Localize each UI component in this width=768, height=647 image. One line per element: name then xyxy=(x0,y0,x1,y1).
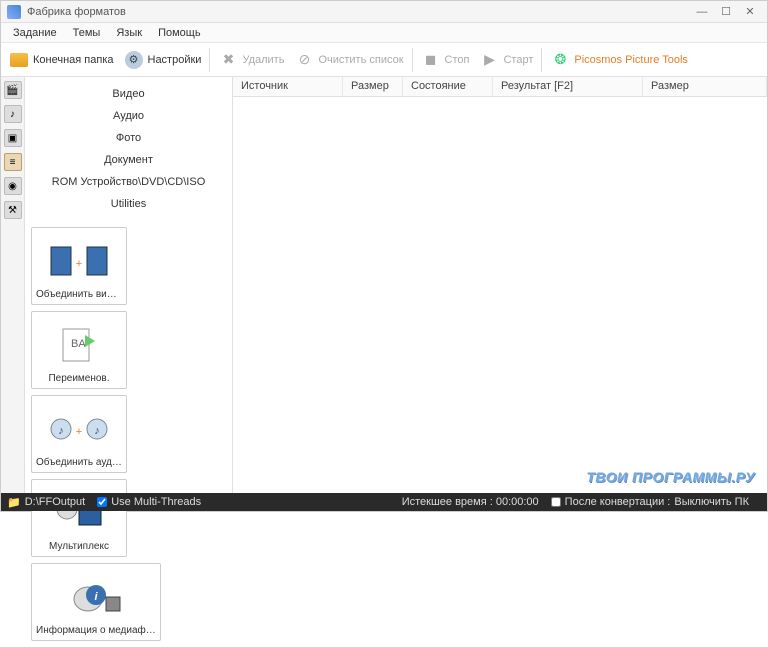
clear-list-label: Очистить список xyxy=(318,54,403,66)
watermark: ТВОИ ПРОГРАММЫ.РУ xyxy=(586,469,755,485)
delete-label: Удалить xyxy=(242,54,284,66)
menu-themes[interactable]: Темы xyxy=(65,25,109,41)
table-body[interactable] xyxy=(233,97,767,493)
window-title: Фабрика форматов xyxy=(27,6,689,18)
utility-join-video[interactable]: + Объединить видео xyxy=(31,227,127,305)
after-convert-action[interactable]: Выключить ПК xyxy=(674,496,749,508)
picosmos-button[interactable]: ❂ Picosmos Picture Tools xyxy=(546,48,692,72)
table-header: Источник Размер Состояние Результат [F2]… xyxy=(233,77,767,97)
side-icon-video[interactable]: 🎬 xyxy=(4,81,22,99)
status-after-convert[interactable]: После конвертации : Выключить ПК xyxy=(551,496,749,508)
rename-icon: BA xyxy=(36,316,122,373)
menu-language[interactable]: Язык xyxy=(108,25,150,41)
picosmos-icon: ❂ xyxy=(550,50,570,70)
settings-label: Настройки xyxy=(148,54,202,66)
col-status[interactable]: Состояние xyxy=(403,77,493,96)
col-size[interactable]: Размер xyxy=(343,77,403,96)
right-panel: Источник Размер Состояние Результат [F2]… xyxy=(233,77,767,493)
separator xyxy=(412,48,413,72)
svg-text:+: + xyxy=(76,258,82,270)
col-source[interactable]: Источник xyxy=(233,77,343,96)
separator xyxy=(209,48,210,72)
category-document[interactable]: Документ xyxy=(25,149,232,171)
titlebar: Фабрика форматов — ☐ ✕ xyxy=(1,1,767,23)
utilities-grid: + Объединить видео BA Переименов. ♪ ♪ + Об… xyxy=(25,221,232,647)
category-video[interactable]: Видео xyxy=(25,83,232,105)
side-icon-photo[interactable]: ▣ xyxy=(4,129,22,147)
side-icon-document[interactable]: ≡ xyxy=(4,153,22,171)
stop-button[interactable]: ◼ Стоп xyxy=(417,48,474,72)
utility-mux[interactable]: Мультиплекс xyxy=(31,479,127,557)
close-button[interactable]: ✕ xyxy=(739,4,761,20)
svg-text:♪: ♪ xyxy=(94,425,100,437)
start-button[interactable]: ▶ Старт xyxy=(475,48,537,72)
join-video-icon: + xyxy=(36,232,122,289)
toolbar: Конечная папка ⚙ Настройки ✖ Удалить ⊘ О… xyxy=(1,43,767,77)
elapsed-label: Истекшее время : 00:00:00 xyxy=(402,496,539,508)
side-icon-utilities[interactable]: ⚒ xyxy=(4,201,22,219)
side-icon-rom[interactable]: ◉ xyxy=(4,177,22,195)
join-audio-icon: ♪ ♪ + xyxy=(36,400,122,457)
clear-list-button[interactable]: ⊘ Очистить список xyxy=(290,48,407,72)
output-path-label: D:\FFOutput xyxy=(25,496,86,508)
col-result[interactable]: Результат [F2] xyxy=(493,77,643,96)
svg-text:♪: ♪ xyxy=(58,425,64,437)
menu-task[interactable]: Задание xyxy=(5,25,65,41)
utility-media-info[interactable]: i Информация о медиафайле xyxy=(31,563,161,641)
separator xyxy=(541,48,542,72)
category-list: Видео Аудио Фото Документ ROM Устройство… xyxy=(25,77,232,221)
utility-label: Мультиплекс xyxy=(36,541,122,552)
play-icon: ▶ xyxy=(479,50,499,70)
side-icon-audio[interactable]: ♪ xyxy=(4,105,22,123)
app-icon xyxy=(7,5,21,19)
status-multithread[interactable]: Use Multi-Threads xyxy=(97,496,201,508)
delete-button[interactable]: ✖ Удалить xyxy=(214,48,288,72)
clear-icon: ⊘ xyxy=(294,50,314,70)
output-folder-label: Конечная папка xyxy=(33,54,114,66)
stop-icon: ◼ xyxy=(421,50,441,70)
status-output-path[interactable]: 📁 D:\FFOutput xyxy=(7,496,85,509)
category-rom[interactable]: ROM Устройство\DVD\CD\ISO xyxy=(25,171,232,193)
utility-label: Объединить видео xyxy=(36,289,122,300)
statusbar: 📁 D:\FFOutput Use Multi-Threads Истекшее… xyxy=(1,493,767,511)
settings-button[interactable]: ⚙ Настройки xyxy=(120,48,206,72)
utility-label: Объединить аудио xyxy=(36,457,122,468)
status-elapsed: Истекшее время : 00:00:00 xyxy=(402,496,539,508)
picosmos-label: Picosmos Picture Tools xyxy=(574,54,688,66)
side-icons: 🎬 ♪ ▣ ≡ ◉ ⚒ xyxy=(1,77,25,493)
stop-label: Стоп xyxy=(445,54,470,66)
svg-text:BA: BA xyxy=(71,338,86,350)
menubar: Задание Темы Язык Помощь xyxy=(1,23,767,43)
after-convert-checkbox[interactable] xyxy=(551,497,561,507)
svg-text:+: + xyxy=(76,426,82,438)
left-panel: Видео Аудио Фото Документ ROM Устройство… xyxy=(25,77,233,493)
category-audio[interactable]: Аудио xyxy=(25,105,232,127)
main-area: 🎬 ♪ ▣ ≡ ◉ ⚒ Видео Аудио Фото Документ RO… xyxy=(1,77,767,493)
folder-small-icon: 📁 xyxy=(7,496,21,509)
category-utilities[interactable]: Utilities xyxy=(25,193,232,215)
menu-help[interactable]: Помощь xyxy=(150,25,209,41)
maximize-button[interactable]: ☐ xyxy=(715,4,737,20)
utility-label: Информация о медиафайле xyxy=(36,625,156,636)
category-photo[interactable]: Фото xyxy=(25,127,232,149)
utility-rename[interactable]: BA Переименов. xyxy=(31,311,127,389)
utility-label: Переименов. xyxy=(36,373,122,384)
minimize-button[interactable]: — xyxy=(691,4,713,20)
start-label: Старт xyxy=(503,54,533,66)
delete-icon: ✖ xyxy=(218,50,238,70)
multithread-label: Use Multi-Threads xyxy=(111,496,201,508)
multithread-checkbox[interactable] xyxy=(97,497,107,507)
output-folder-button[interactable]: Конечная папка xyxy=(5,48,118,72)
utility-join-audio[interactable]: ♪ ♪ + Объединить аудио xyxy=(31,395,127,473)
folder-icon xyxy=(9,50,29,70)
after-convert-label: После конвертации : xyxy=(565,496,671,508)
col-size2[interactable]: Размер xyxy=(643,77,767,96)
gear-icon: ⚙ xyxy=(124,50,144,70)
media-info-icon: i xyxy=(36,568,156,625)
